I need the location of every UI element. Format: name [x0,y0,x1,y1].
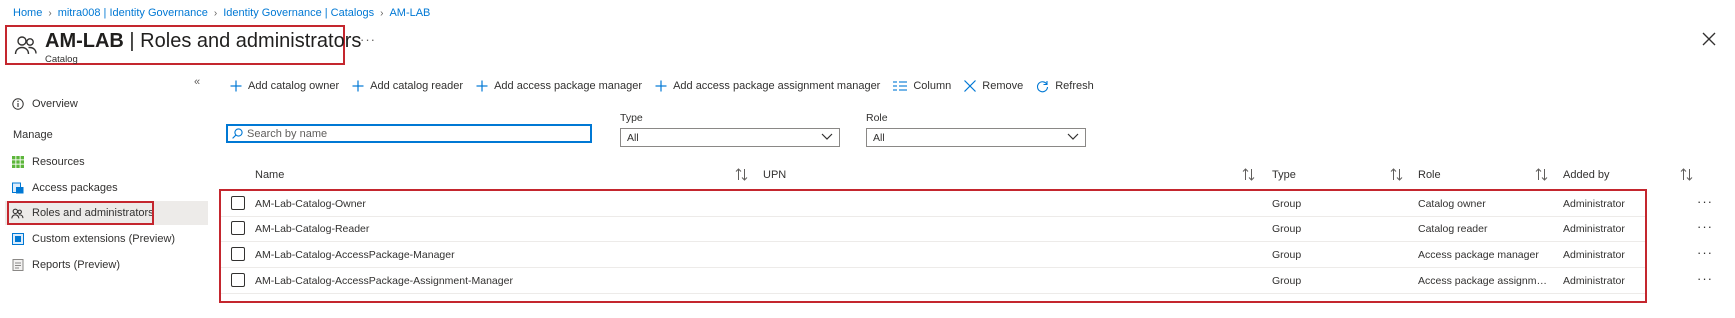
info-icon [11,98,24,111]
breadcrumb: Home › mitra008 | Identity Governance › … [13,6,430,20]
sort-icon[interactable] [1390,168,1403,181]
remove-icon [964,80,977,92]
breadcrumb-am-lab[interactable]: AM-LAB [389,7,430,19]
page-title-catalog: AM-LAB [45,30,124,52]
extension-icon [11,233,24,246]
breadcrumb-home[interactable]: Home [13,7,42,19]
highlighted-rows-outline [219,189,1647,303]
sidebar-item-label: Custom extensions (Preview) [32,233,176,245]
type-filter-label: Type [620,112,643,124]
sidebar-item-label: Resources [32,156,85,168]
sidebar-section-manage: Manage [13,129,53,141]
search-icon [232,128,243,139]
add-access-package-assignment-manager-label: Add access package assignment manager [673,80,881,92]
add-catalog-owner-label: Add catalog owner [248,80,340,92]
column-button[interactable]: Column [893,80,951,92]
chevron-right-icon: › [213,7,218,19]
plus-icon [476,80,488,92]
command-bar: Add catalog owner Add catalog reader Add… [230,78,1107,94]
sidebar-item-label: Overview [32,98,78,110]
sidebar-item-resources[interactable]: Resources [11,151,85,173]
add-catalog-reader-button[interactable]: Add catalog reader [352,80,463,92]
sort-icon[interactable] [1535,168,1548,181]
column-header-upn[interactable]: UPN [763,169,786,181]
refresh-button[interactable]: Refresh [1036,80,1094,93]
remove-label: Remove [982,80,1024,92]
package-icon [11,182,24,195]
sidebar-item-reports[interactable]: Reports (Preview) [11,254,120,276]
column-header-name[interactable]: Name [255,169,284,181]
role-filter-value: All [873,131,885,144]
page-title-section: | Roles and administrators [123,30,362,52]
people-icon [14,36,37,55]
sort-icon[interactable] [1680,168,1693,181]
refresh-icon [1036,80,1049,93]
plus-icon [230,80,242,92]
more-options-icon[interactable]: ··· [360,32,376,47]
column-header-added-by[interactable]: Added by [1563,169,1609,181]
remove-button[interactable]: Remove [964,80,1023,92]
sidebar-item-overview[interactable]: Overview [11,93,78,115]
add-access-package-manager-button[interactable]: Add access package manager [476,80,642,92]
row-more-options-icon[interactable]: ··· [1697,194,1713,209]
chevron-right-icon: › [48,7,52,19]
chevron-right-icon: › [380,7,384,19]
column-header-type[interactable]: Type [1272,169,1296,181]
selected-nav-outline [7,201,154,225]
refresh-label: Refresh [1055,80,1094,92]
sort-icon[interactable] [735,168,748,181]
chevron-down-icon [1067,132,1079,144]
add-access-package-assignment-manager-button[interactable]: Add access package assignment manager [655,80,880,92]
column-label: Column [913,80,952,92]
role-filter-label: Role [866,112,888,124]
plus-icon [352,80,364,92]
sidebar-item-access-packages[interactable]: Access packages [11,177,118,199]
row-more-options-icon[interactable]: ··· [1697,271,1713,286]
add-access-package-manager-label: Add access package manager [494,80,643,92]
grid-icon [11,156,24,169]
page-title: AM-LAB | Roles and administrators [45,30,361,53]
role-filter-select[interactable]: All [866,128,1086,147]
page-subtitle: Catalog [45,54,78,65]
column-header-role[interactable]: Role [1418,169,1441,181]
sidebar-item-label: Reports (Preview) [32,259,121,271]
sidebar-item-custom-extensions[interactable]: Custom extensions (Preview) [11,228,175,250]
sidebar-item-label: Access packages [32,182,118,194]
row-more-options-icon[interactable]: ··· [1697,245,1713,260]
columns-icon [893,81,908,91]
add-catalog-reader-label: Add catalog reader [370,80,464,92]
close-icon[interactable] [1700,30,1718,48]
chevron-down-icon [821,132,833,144]
search-field[interactable] [226,124,592,143]
page-header: AM-LAB | Roles and administrators Catalo… [5,25,361,65]
sort-icon[interactable] [1242,168,1255,181]
plus-icon [655,80,667,92]
breadcrumb-identity-governance[interactable]: mitra008 | Identity Governance [58,7,208,19]
type-filter-select[interactable]: All [620,128,840,147]
search-input[interactable] [247,127,577,140]
type-filter-value: All [627,131,639,144]
add-catalog-owner-button[interactable]: Add catalog owner [230,80,339,92]
collapse-sidebar-icon[interactable]: « [194,76,200,88]
breadcrumb-catalogs[interactable]: Identity Governance | Catalogs [223,7,374,19]
row-more-options-icon[interactable]: ··· [1697,219,1713,234]
report-icon [11,259,24,272]
